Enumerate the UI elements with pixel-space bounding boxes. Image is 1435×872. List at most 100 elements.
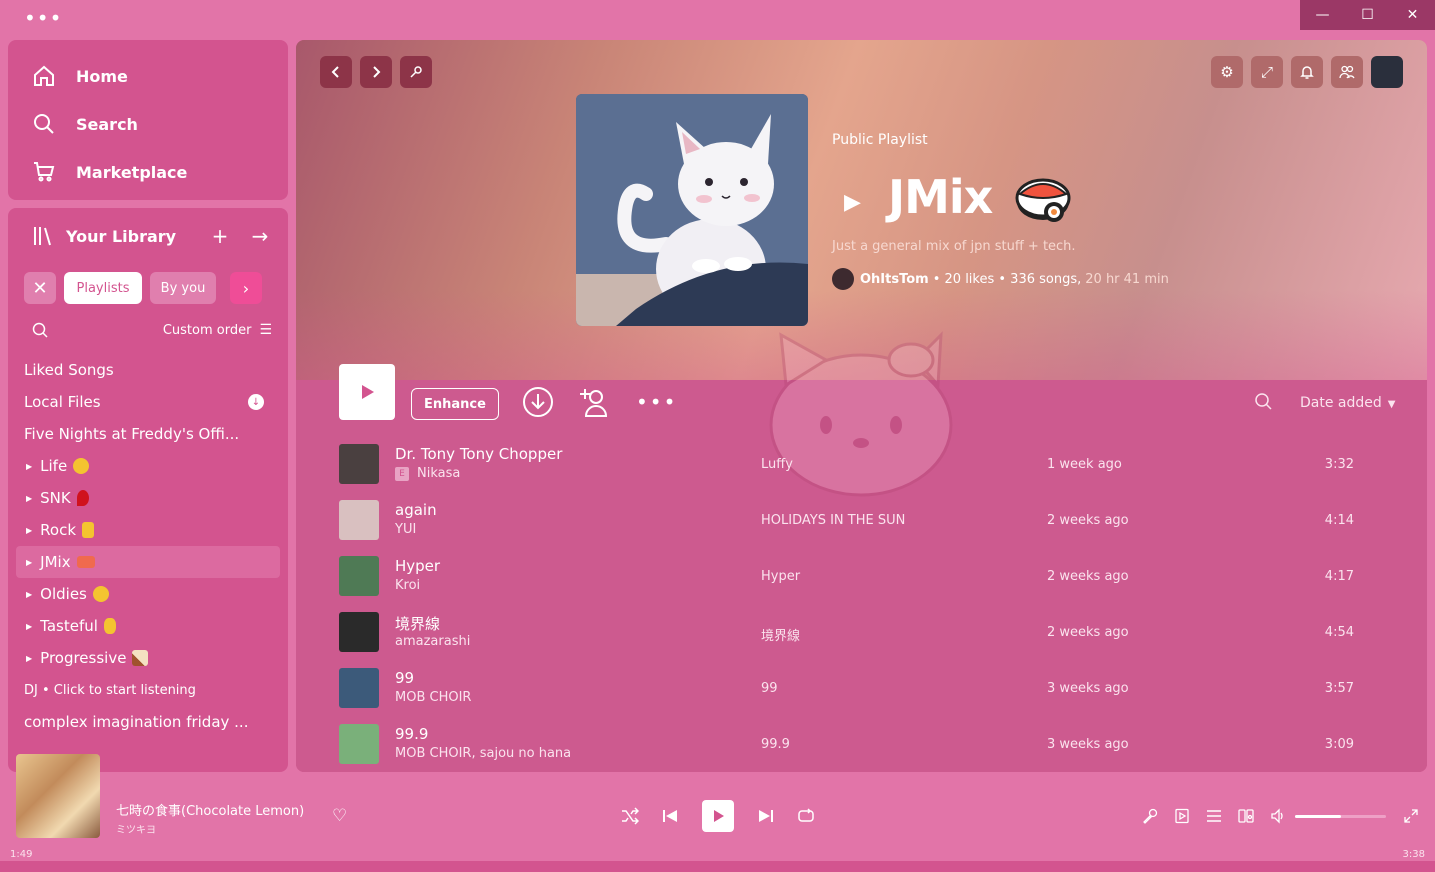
library-item[interactable]: complex imagination friday ... (16, 706, 280, 738)
settings-button[interactable]: ⚙ (1211, 56, 1243, 88)
lyrics-button[interactable] (1138, 804, 1162, 828)
download-button[interactable] (522, 386, 554, 418)
library-folder[interactable]: ▶ JMix (16, 546, 280, 578)
now-playing-cover[interactable] (16, 754, 100, 838)
library-folder[interactable]: ▶ Rock (16, 514, 280, 546)
fullscreen-player-button[interactable] (1399, 804, 1423, 828)
track-title[interactable]: 99 (395, 669, 414, 687)
notifications-button[interactable] (1291, 56, 1323, 88)
track-title[interactable]: 99.9 (395, 725, 428, 743)
play-playlist-button[interactable] (339, 364, 395, 420)
track-album[interactable]: HOLIDAYS IN THE SUN (761, 513, 905, 528)
track-row[interactable]: 99 MOB CHOIR 99 3 weeks ago 3:57 (336, 662, 1396, 718)
owner-avatar[interactable] (832, 268, 854, 290)
volume-slider[interactable] (1295, 815, 1386, 818)
library-item[interactable]: Local Files ↓ (16, 386, 280, 418)
library-title[interactable]: Your Library (66, 227, 192, 246)
heart-icon[interactable]: ♡ (332, 806, 347, 826)
track-date-added: 3 weeks ago (1047, 681, 1129, 696)
library-search-icon[interactable] (32, 322, 48, 338)
track-row[interactable]: Hyper Kroi Hyper 2 weeks ago 4:17 (336, 550, 1396, 606)
enhance-button[interactable]: Enhance (411, 388, 499, 420)
forward-button[interactable] (360, 56, 392, 88)
track-artist[interactable]: MOB CHOIR (395, 690, 471, 705)
tracklist-sort-dropdown[interactable]: Date added ▼ (1300, 395, 1395, 411)
playback-progress-bar[interactable] (0, 861, 1435, 872)
track-title[interactable]: again (395, 501, 437, 519)
library-folder[interactable]: ▶ Progressive (16, 642, 280, 674)
filter-chips: ✕ Playlists By you › (24, 272, 262, 304)
nav-home[interactable]: Home (8, 52, 288, 100)
track-album[interactable]: 境界線 (761, 625, 800, 644)
library-folder[interactable]: ▶ Oldies (16, 578, 280, 610)
expand-arrow-icon[interactable]: → (248, 224, 272, 248)
track-row[interactable]: 99.9 MOB CHOIR, sajou no hana 99.9 3 wee… (336, 718, 1396, 772)
library-folder[interactable]: ▶ SNK (16, 482, 280, 514)
connect-device-button[interactable] (1234, 804, 1258, 828)
track-row[interactable]: 境界線 amazarashi 境界線 2 weeks ago 4:54 (336, 606, 1396, 662)
folder-arrow-icon[interactable]: ▶ (26, 462, 32, 471)
minimize-button[interactable]: — (1300, 0, 1345, 30)
folder-arrow-icon[interactable]: ▶ (26, 622, 32, 631)
add-icon[interactable]: + (208, 224, 232, 248)
play-pause-button[interactable] (702, 800, 734, 832)
folder-arrow-icon[interactable]: ▶ (26, 526, 32, 535)
friend-activity-button[interactable] (1331, 56, 1363, 88)
tracklist-sort-label: Date added (1300, 395, 1382, 411)
folder-arrow-icon[interactable]: ▶ (26, 590, 32, 599)
track-album[interactable]: 99 (761, 681, 778, 696)
folder-arrow-icon[interactable]: ▶ (26, 558, 32, 567)
folder-arrow-icon[interactable]: ▶ (26, 654, 32, 663)
track-title[interactable]: 境界線 (395, 613, 440, 634)
back-button[interactable] (320, 56, 352, 88)
library-folder[interactable]: ▶ Tasteful (16, 610, 280, 642)
more-options-button[interactable]: ••• (636, 390, 677, 414)
nav-marketplace[interactable]: Marketplace (8, 148, 288, 196)
clear-filter-button[interactable]: ✕ (24, 272, 56, 304)
now-playing-view-button[interactable] (1170, 804, 1194, 828)
tracklist-search-button[interactable] (1254, 392, 1272, 414)
folder-arrow-icon[interactable]: ▶ (26, 494, 32, 503)
track-album[interactable]: 99.9 (761, 737, 790, 752)
track-artist[interactable]: Kroi (395, 578, 420, 593)
track-artist[interactable]: MOB CHOIR, sajou no hana (395, 746, 571, 761)
track-row[interactable]: again YUI HOLIDAYS IN THE SUN 2 weeks ag… (336, 494, 1396, 550)
app-menu-button[interactable]: ••• (24, 8, 62, 28)
queue-button[interactable] (1202, 804, 1226, 828)
track-title[interactable]: Hyper (395, 557, 440, 575)
chips-scroll-right-button[interactable]: › (230, 272, 262, 304)
sort-button[interactable]: Custom order ☰ (163, 322, 272, 338)
track-row[interactable]: Dr. Tony Tony Chopper E Nikasa Luffy 1 we… (336, 438, 1396, 494)
maximize-button[interactable]: ☐ (1345, 0, 1390, 30)
repeat-button[interactable] (794, 804, 818, 828)
mute-button[interactable] (1266, 804, 1290, 828)
owner-name[interactable]: OhItsTom (860, 272, 929, 287)
chip-by-you[interactable]: By you (150, 272, 216, 304)
library-item[interactable]: Five Nights at Freddy's Offi... (16, 418, 280, 450)
next-button[interactable] (754, 804, 778, 828)
marketplace-shortcut-button[interactable] (400, 56, 432, 88)
header-play-icon[interactable]: ▶ (844, 190, 861, 215)
chip-playlists[interactable]: Playlists (64, 272, 142, 304)
invite-collaborator-button[interactable] (578, 386, 610, 418)
track-artist[interactable]: amazarashi (395, 634, 470, 649)
track-title[interactable]: Dr. Tony Tony Chopper (395, 445, 562, 463)
profile-avatar[interactable] (1371, 56, 1403, 88)
now-playing-artist[interactable]: ミツキヨ (116, 821, 156, 836)
library-item[interactable]: DJ • Click to start listening (16, 674, 280, 706)
nav-search[interactable]: Search (8, 100, 288, 148)
track-album[interactable]: Luffy (761, 457, 793, 472)
shuffle-button[interactable] (618, 804, 642, 828)
fullscreen-button[interactable]: ⤢ (1251, 56, 1283, 88)
track-album[interactable]: Hyper (761, 569, 800, 584)
close-button[interactable]: ✕ (1390, 0, 1435, 30)
previous-button[interactable] (658, 804, 682, 828)
track-artist[interactable]: Nikasa (417, 466, 460, 481)
now-playing-title[interactable]: 七時の食事(Chocolate Lemon) (116, 800, 304, 819)
sort-label: Custom order (162, 322, 252, 338)
library-item[interactable]: Liked Songs (16, 354, 280, 386)
library-icon[interactable] (32, 225, 54, 247)
track-artist[interactable]: YUI (395, 522, 416, 537)
library-item-label: SNK (40, 489, 71, 507)
library-folder[interactable]: ▶ Life (16, 450, 280, 482)
